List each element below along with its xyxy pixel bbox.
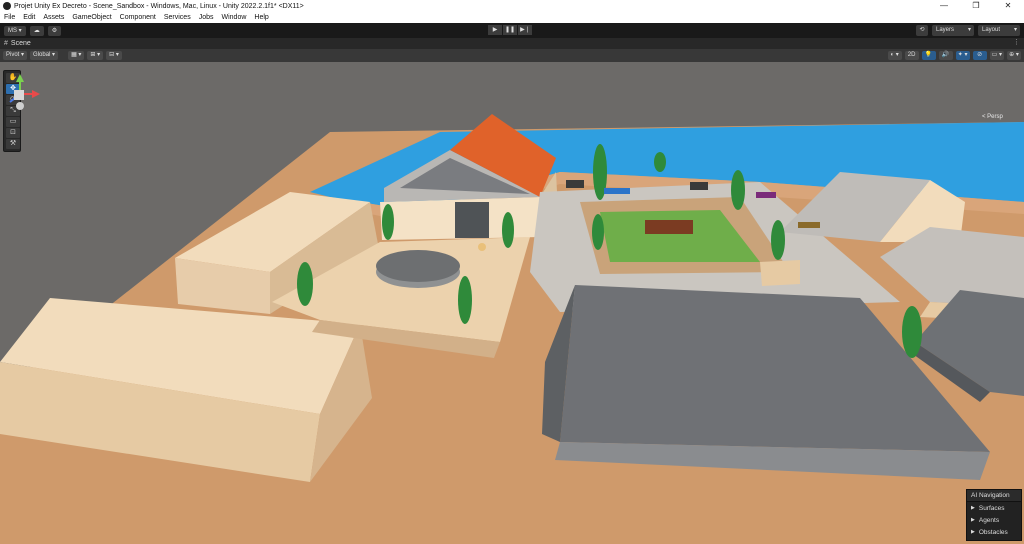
draw-mode-dropdown[interactable]: ◐ ▾ — [887, 51, 902, 60]
title-bar: Projet Unity Ex Decreto - Scene_Sandbox … — [0, 0, 1024, 12]
scene-toolbar: Pivot ▾ Global ▾ ▦ ▾ ⊞ ▾ ⊟ ▾ ◐ ▾ 2D 💡 🔊 … — [0, 49, 1024, 62]
menu-assets[interactable]: Assets — [43, 14, 64, 21]
surfaces-label: Surfaces — [978, 505, 1005, 512]
gizmos-dropdown-icon[interactable]: ⊕ ▾ — [1007, 51, 1021, 60]
history-icon[interactable]: ⟲ — [916, 25, 928, 36]
projection-label[interactable]: < Persp — [982, 114, 1003, 120]
menu-file[interactable]: File — [4, 14, 15, 21]
ai-navigation-overlay: AI Navigation ▶ Surfaces ▶ Agents ▶ Obst… — [966, 489, 1022, 541]
menu-jobs[interactable]: Jobs — [199, 14, 214, 21]
scene-render — [0, 62, 1024, 544]
scene-icon: # — [4, 40, 8, 47]
hidden-objects-icon[interactable]: ⊘ — [972, 51, 987, 60]
ai-nav-surfaces[interactable]: ▶ Surfaces — [967, 502, 1021, 514]
play-button[interactable]: ▶ — [488, 25, 502, 35]
ai-nav-obstacles[interactable]: ▶ Obstacles — [967, 526, 1021, 538]
audio-toggle-icon[interactable]: 🔊 — [938, 51, 953, 60]
scene-view-options: ◐ ▾ 2D 💡 🔊 ✦ ▾ ⊘ ▭ ▾ ⊕ ▾ — [885, 51, 1021, 60]
account-dropdown[interactable]: MS ▾ — [4, 25, 26, 36]
layout-dropdown[interactable]: Layout — [978, 25, 1020, 36]
tab-scene-label: Scene — [10, 40, 31, 47]
lighting-toggle-icon[interactable]: 💡 — [921, 51, 936, 60]
step-button[interactable]: ▶❘ — [518, 25, 532, 35]
2d-toggle[interactable]: 2D — [904, 51, 919, 60]
expand-arrow-icon: ▶ — [971, 529, 975, 535]
collab-icon[interactable]: ⚙ — [47, 25, 62, 36]
grid-icon[interactable]: ▦ ▾ — [68, 51, 85, 60]
tab-scene[interactable]: # Scene — [4, 40, 31, 47]
menu-gameobject[interactable]: GameObject — [72, 14, 111, 21]
scene-viewport[interactable]: ✋ ✥ ⟳ ⤡ ▭ ⊡ ⚒ < Persp — [0, 62, 1024, 544]
expand-arrow-icon: ▶ — [971, 505, 975, 511]
increment-snap-icon[interactable]: ⊟ ▾ — [106, 51, 122, 60]
window-controls: — ❐ ✕ — [928, 0, 1024, 12]
menu-help[interactable]: Help — [254, 14, 268, 21]
maximize-button[interactable]: ❐ — [960, 0, 992, 12]
obstacles-label: Obstacles — [978, 529, 1008, 536]
camera-dropdown-icon[interactable]: ▭ ▾ — [989, 51, 1004, 60]
window-title: Projet Unity Ex Decreto - Scene_Sandbox … — [14, 2, 304, 10]
more-options-icon[interactable]: ⋮ — [1013, 38, 1020, 46]
orientation-gizmo[interactable] — [0, 72, 44, 122]
pause-button[interactable]: ❚❚ — [503, 25, 517, 35]
snap-icon[interactable]: ⊞ ▾ — [87, 51, 104, 60]
menu-component[interactable]: Component — [120, 14, 156, 21]
unity-logo-icon — [3, 2, 11, 10]
toolbar-right: ⟲ Layers Layout — [916, 25, 1020, 36]
global-dropdown[interactable]: Global ▾ — [30, 51, 59, 60]
layers-dropdown[interactable]: Layers — [932, 25, 974, 36]
ai-nav-agents[interactable]: ▶ Agents — [967, 514, 1021, 526]
menu-services[interactable]: Services — [164, 14, 191, 21]
pivot-dropdown[interactable]: Pivot ▾ — [3, 51, 28, 60]
close-button[interactable]: ✕ — [992, 0, 1024, 12]
menu-window[interactable]: Window — [222, 14, 247, 21]
minimize-button[interactable]: — — [928, 0, 960, 12]
cloud-icon[interactable]: ☁ — [29, 25, 44, 36]
ai-navigation-title[interactable]: AI Navigation — [967, 490, 1021, 502]
main-toolbar: MS ▾ ☁ ⚙ ▶ ❚❚ ▶❘ ⟲ Layers Layout — [0, 23, 1024, 38]
transform-tool-icon[interactable]: ⊡ — [6, 128, 20, 138]
play-controls: ▶ ❚❚ ▶❘ — [488, 25, 533, 35]
menu-edit[interactable]: Edit — [23, 14, 35, 21]
expand-arrow-icon: ▶ — [971, 517, 975, 523]
menu-bar: File Edit Assets GameObject Component Se… — [0, 12, 1024, 23]
effects-dropdown-icon[interactable]: ✦ ▾ — [955, 51, 970, 60]
scene-tab-bar: # Scene ⋮ — [0, 38, 1024, 49]
custom-tool-icon[interactable]: ⚒ — [6, 139, 20, 149]
agents-label: Agents — [978, 517, 1000, 524]
character — [478, 243, 486, 251]
